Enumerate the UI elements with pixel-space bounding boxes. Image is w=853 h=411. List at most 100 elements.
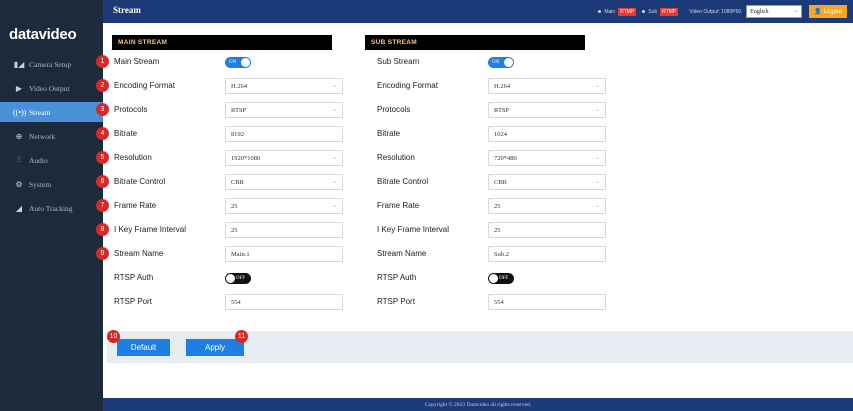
field-label: Protocols [114, 105, 148, 114]
audio-icon: ⫶⫶ [17, 155, 21, 164]
callout-badge: 1 [96, 55, 109, 68]
callout-badge: 3 [96, 103, 109, 116]
toggle-state: ON [229, 60, 237, 65]
field-label: Stream Name [114, 249, 164, 258]
encoding-format-select[interactable]: H.264 ⌄ [225, 78, 343, 94]
logout-label: Logout [823, 8, 842, 15]
protocols-select[interactable]: RTSP ⌄ [488, 102, 606, 118]
main-rtmp-badge: RTMP [618, 7, 637, 16]
sidebar-item-auto-tracking[interactable]: ◢ Auto Tracking [0, 198, 103, 218]
field-label: RTSP Auth [114, 273, 154, 282]
field-label: RTSP Port [377, 297, 415, 306]
bitrate-input[interactable]: 8192 [225, 126, 343, 142]
field-label: Main Stream [114, 57, 160, 66]
field-value: 1024 [494, 130, 507, 138]
protocols-select[interactable]: RTSP ⌄ [225, 102, 343, 118]
rtsp-port-input[interactable]: 554 [225, 294, 343, 310]
user-icon: 👤 [814, 9, 822, 15]
sidebar-item-label: Camera Setup [29, 59, 72, 69]
field-label: Resolution [377, 153, 415, 162]
field-value: 554 [231, 298, 241, 306]
stream-icon: ((•)) [13, 107, 27, 117]
callout-badge: 2 [96, 79, 109, 92]
sidebar-item-network[interactable]: ⊕ Network [0, 126, 103, 146]
field-label: Resolution [114, 153, 152, 162]
sidebar-item-stream[interactable]: ((•)) Stream [0, 102, 103, 122]
field-value: 25 [231, 226, 238, 234]
camera-icon: ▮◢ [13, 59, 25, 69]
field-label: Bitrate Control [114, 177, 166, 186]
sidebar-item-system[interactable]: ⚙ System [0, 174, 103, 194]
field-value: 25 [494, 202, 501, 210]
field-value: 8192 [231, 130, 244, 138]
default-button-label: Default [130, 343, 157, 352]
bitrate-control-select[interactable]: CBR ⌄ [488, 174, 606, 190]
chevron-down-icon: ⌄ [331, 155, 337, 161]
field-value: RTSP [231, 106, 247, 114]
chevron-down-icon: ⌄ [594, 83, 600, 89]
chevron-down-icon: ⌄ [331, 179, 337, 185]
chevron-down-icon: ⌄ [331, 107, 337, 113]
field-label: Encoding Format [377, 81, 438, 90]
footer-copyright: Copyright © 2023 Datavideo all rights re… [103, 398, 853, 411]
sidebar-item-label: Auto Tracking [29, 203, 73, 213]
sub-status-dot-icon [642, 10, 646, 13]
rtsp-auth-toggle[interactable]: OFF [488, 273, 514, 284]
field-label: Frame Rate [377, 201, 420, 210]
sidebar-item-camera-setup[interactable]: ▮◢ Camera Setup [0, 54, 103, 74]
field-label: Protocols [377, 105, 411, 114]
callout-badge: 7 [96, 199, 109, 212]
field-value: H.264 [494, 82, 511, 90]
brand-logo: datavideo [9, 26, 77, 43]
i-key-frame-interval-input[interactable]: 25 [225, 222, 343, 238]
default-button[interactable]: Default [117, 339, 170, 356]
sidebar-item-audio[interactable]: ⫶⫶ Audio [0, 150, 103, 170]
field-value: RTSP [494, 106, 510, 114]
rtsp-auth-toggle[interactable]: OFF [225, 273, 251, 284]
video-output-icon: ▶ [15, 83, 23, 93]
field-label: RTSP Port [114, 297, 152, 306]
chevron-down-icon: ⌄ [331, 83, 337, 89]
main-stream-toggle[interactable]: ON [225, 57, 251, 68]
logout-button[interactable]: 👤 Logout [809, 5, 847, 18]
encoding-format-select[interactable]: H.264 ⌄ [488, 78, 606, 94]
callout-badge: 8 [96, 223, 109, 236]
video-output-readout: Video Output: 1080P60 [689, 8, 742, 15]
chevron-down-icon: ⌄ [793, 8, 799, 14]
frame-rate-select[interactable]: 25 ⌄ [225, 198, 343, 214]
resolution-select[interactable]: 1920*1080 ⌄ [225, 150, 343, 166]
callout-badge: 4 [96, 127, 109, 140]
main-stream-heading: MAIN STREAM [112, 35, 332, 50]
field-value: CBR [494, 178, 508, 186]
chevron-down-icon: ⌄ [594, 107, 600, 113]
field-value: 25 [231, 202, 238, 210]
toggle-state: OFF [236, 276, 246, 281]
stream-name-input[interactable]: Main.1 [225, 246, 343, 262]
bitrate-control-select[interactable]: CBR ⌄ [225, 174, 343, 190]
language-value: English [750, 8, 769, 15]
field-value: 25 [494, 226, 501, 234]
sub-rtmp-badge: RTMP [660, 7, 679, 16]
i-key-frame-interval-input[interactable]: 25 [488, 222, 606, 238]
field-label: Stream Name [377, 249, 427, 258]
apply-button[interactable]: Apply [186, 339, 244, 356]
rtsp-port-input[interactable]: 554 [488, 294, 606, 310]
callout-badge: 6 [96, 175, 109, 188]
sidebar-item-label: Network [29, 131, 56, 141]
field-label: I Key Frame Interval [377, 225, 450, 234]
sub-stream-toggle[interactable]: ON [488, 57, 514, 68]
chevron-down-icon: ⌄ [594, 203, 600, 209]
language-select[interactable]: English ⌄ [746, 5, 803, 18]
field-value: 720*480 [494, 154, 517, 162]
field-value: Main.1 [231, 250, 250, 258]
page-title: Stream [113, 5, 141, 15]
sidebar-item-label: Audio [29, 155, 48, 165]
stream-name-input[interactable]: Sub.2 [488, 246, 606, 262]
bitrate-input[interactable]: 1024 [488, 126, 606, 142]
chevron-down-icon: ⌄ [594, 155, 600, 161]
field-label: RTSP Auth [377, 273, 417, 282]
resolution-select[interactable]: 720*480 ⌄ [488, 150, 606, 166]
toggle-state: ON [492, 60, 500, 65]
sidebar-item-video-output[interactable]: ▶ Video Output [0, 78, 103, 98]
frame-rate-select[interactable]: 25 ⌄ [488, 198, 606, 214]
